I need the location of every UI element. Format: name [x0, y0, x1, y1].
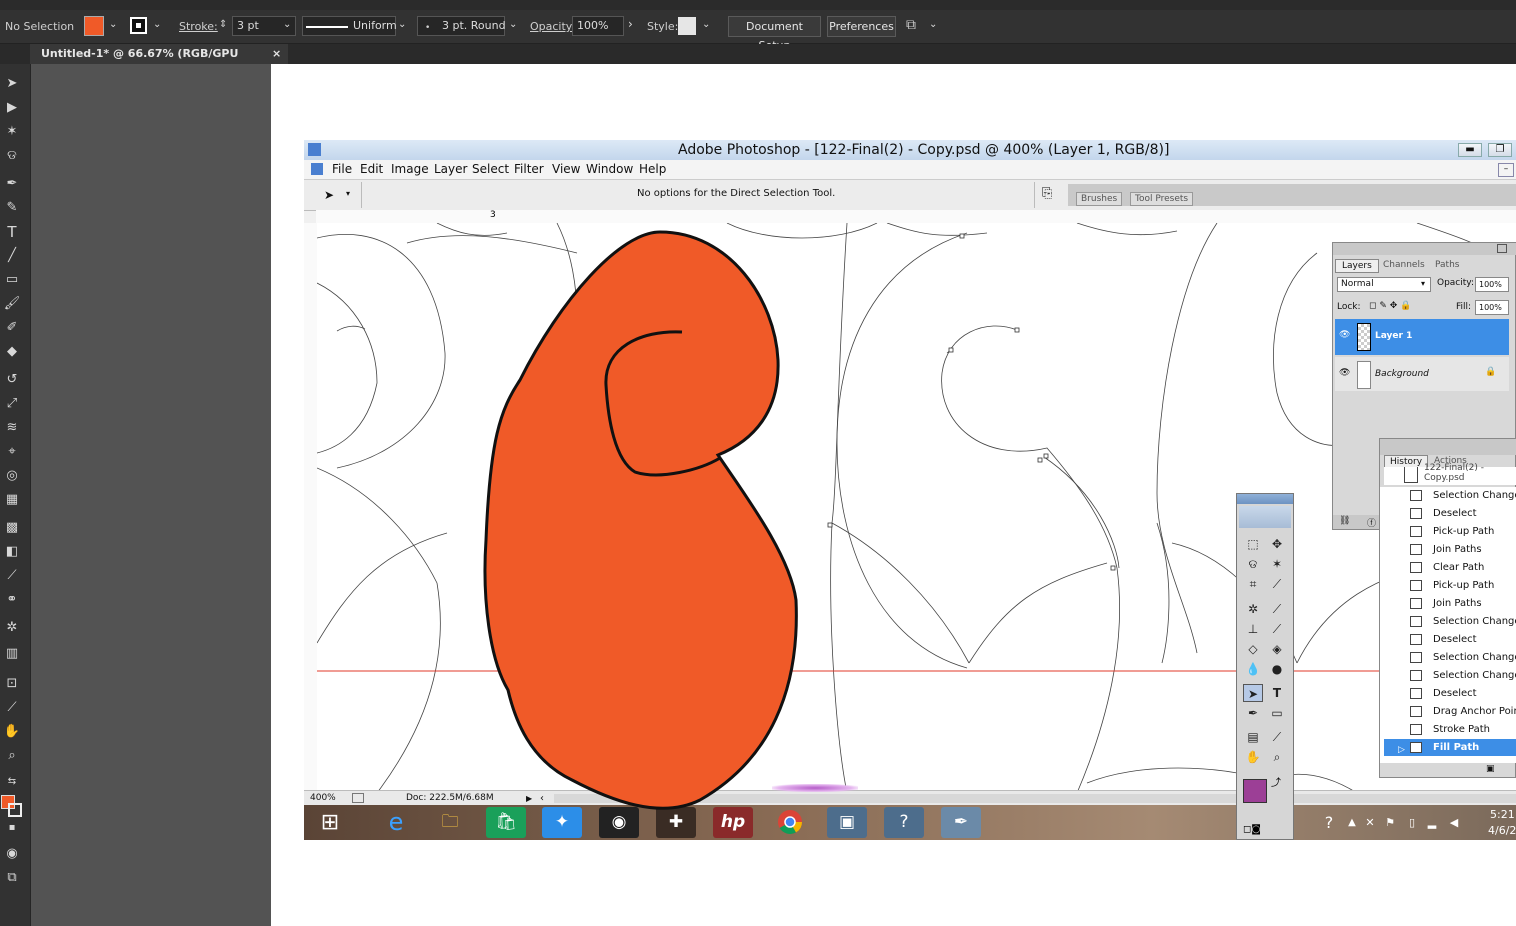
- shape-layer: [483, 230, 798, 810]
- orange-paisley-shape[interactable]: [483, 230, 798, 810]
